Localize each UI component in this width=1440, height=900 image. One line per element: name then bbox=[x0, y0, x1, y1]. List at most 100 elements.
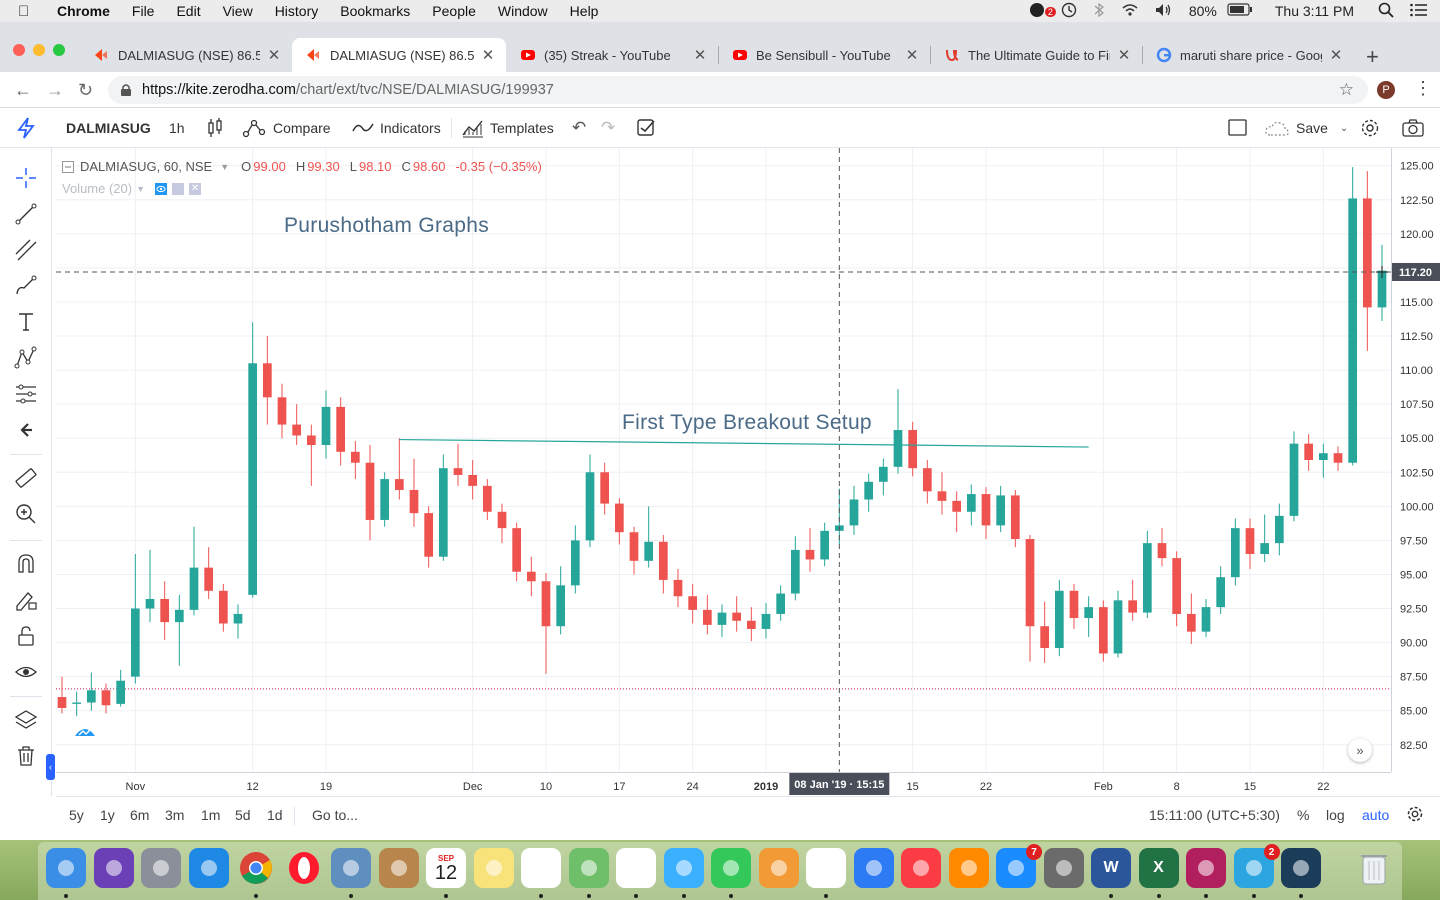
price-scale[interactable]: 125.00122.50120.00117.50115.00112.50110.… bbox=[1391, 148, 1440, 772]
back-arrow-icon[interactable] bbox=[12, 416, 40, 444]
breakout-setup-label[interactable]: First Type Breakout Setup bbox=[622, 411, 872, 435]
brush-icon[interactable] bbox=[12, 272, 40, 300]
menu-app-name[interactable]: Chrome bbox=[57, 3, 110, 19]
symbol-search-button[interactable]: DALMIASUG bbox=[66, 108, 151, 148]
time-scale[interactable]: Nov 12 19 Dec 10 17 24 2019 15 22 Feb 8 15 22 08 Jan '… bbox=[56, 772, 1391, 796]
opera-icon[interactable] bbox=[284, 848, 324, 888]
goto-date-button[interactable]: Go to... bbox=[312, 807, 358, 823]
excel-icon[interactable]: X bbox=[1138, 848, 1179, 888]
auto-scale-toggle[interactable]: auto bbox=[1362, 807, 1389, 823]
finder-icon[interactable] bbox=[46, 848, 86, 888]
log-scale-toggle[interactable]: log bbox=[1326, 807, 1345, 823]
quicktime-icon[interactable] bbox=[1281, 848, 1321, 888]
prefs-icon[interactable] bbox=[1043, 848, 1084, 888]
text-tool-icon[interactable] bbox=[12, 308, 40, 336]
collapse-legend-icon[interactable] bbox=[62, 160, 74, 173]
menu-window[interactable]: Window bbox=[498, 3, 548, 19]
remove-indicator-icon[interactable]: ✕ bbox=[189, 182, 202, 195]
chevron-down-icon[interactable]: ⌄ bbox=[1340, 123, 1348, 134]
tab-close-icon[interactable]: ✕ bbox=[266, 46, 282, 64]
calendar-icon[interactable]: SEP 12 bbox=[426, 848, 466, 888]
reload-icon[interactable]: ↻ bbox=[78, 80, 93, 101]
menu-history[interactable]: History bbox=[275, 3, 319, 19]
volume-icon[interactable] bbox=[1155, 3, 1173, 20]
photos-icon[interactable] bbox=[616, 848, 656, 888]
cloud-save-button[interactable]: Save ⌄ bbox=[1264, 108, 1348, 148]
menu-people[interactable]: People bbox=[432, 3, 476, 19]
menubar-clock[interactable]: Thu 3:11 PM bbox=[1275, 3, 1354, 19]
percent-scale-toggle[interactable]: % bbox=[1297, 807, 1309, 823]
window-zoom-button[interactable] bbox=[53, 44, 65, 56]
collapse-toolbar-handle[interactable]: ‹ bbox=[46, 754, 55, 780]
tab-5[interactable]: The Ultimate Guide to Fina ✕ bbox=[930, 38, 1142, 72]
scale-settings-gear-icon[interactable] bbox=[1406, 805, 1424, 826]
notification-center-icon[interactable] bbox=[1410, 3, 1428, 20]
tab-close-icon[interactable]: ✕ bbox=[1116, 46, 1132, 64]
trash-icon[interactable] bbox=[12, 742, 40, 770]
tab-close-icon[interactable]: ✕ bbox=[1328, 46, 1344, 64]
ankara-icon[interactable] bbox=[1186, 848, 1226, 888]
scroll-to-latest-button[interactable]: » bbox=[1348, 738, 1372, 762]
fib-tool-icon[interactable] bbox=[12, 236, 40, 264]
tab-close-icon[interactable]: ✕ bbox=[692, 46, 708, 64]
bookmark-star-icon[interactable]: ☆ bbox=[1339, 80, 1354, 100]
chrome-menu-icon[interactable]: ⋮ bbox=[1414, 78, 1432, 99]
appstore-icon[interactable]: 7 bbox=[996, 844, 1042, 888]
chevron-down-icon[interactable]: ▼ bbox=[220, 162, 229, 172]
settings-gear-icon[interactable] bbox=[1360, 108, 1380, 148]
zoom-in-icon[interactable] bbox=[12, 500, 40, 528]
range-1y[interactable]: 1y bbox=[100, 807, 115, 823]
safari-icon[interactable] bbox=[188, 848, 229, 888]
wifi-icon[interactable] bbox=[1121, 3, 1139, 20]
candle-type-icon[interactable] bbox=[206, 108, 224, 148]
settings-small-icon[interactable] bbox=[172, 182, 185, 195]
menu-file[interactable]: File bbox=[132, 3, 155, 19]
pages-icon[interactable] bbox=[758, 848, 799, 888]
tab-1[interactable]: DALMIASUG (NSE) 86.5 - ✕ bbox=[80, 38, 292, 72]
checkbox-icon[interactable] bbox=[637, 108, 655, 148]
word-icon[interactable]: W bbox=[1091, 848, 1131, 888]
numbers-icon[interactable] bbox=[806, 848, 846, 888]
tab-4[interactable]: Be Sensibull - YouTube ✕ bbox=[718, 38, 930, 72]
templates-button[interactable]: Templates bbox=[462, 108, 554, 148]
camera-snapshot-icon[interactable] bbox=[1402, 108, 1424, 148]
range-1d[interactable]: 1d bbox=[267, 807, 283, 823]
tab-close-icon[interactable]: ✕ bbox=[480, 46, 496, 64]
lock-drawing-pencil-icon[interactable] bbox=[12, 586, 40, 614]
maps-icon[interactable] bbox=[568, 848, 609, 888]
layers-icon[interactable] bbox=[12, 706, 40, 734]
menu-bookmarks[interactable]: Bookmarks bbox=[340, 3, 410, 19]
range-5d[interactable]: 5d bbox=[235, 807, 251, 823]
books-icon[interactable] bbox=[948, 848, 989, 888]
tab-2-active[interactable]: DALMIASUG (NSE) 86.5 - ✕ bbox=[292, 38, 506, 72]
siri-icon[interactable] bbox=[93, 848, 134, 888]
battery-icon[interactable] bbox=[1227, 3, 1253, 19]
trash-icon[interactable] bbox=[1354, 848, 1394, 888]
bluetooth-icon[interactable] bbox=[1093, 2, 1105, 21]
crosshair-icon[interactable] bbox=[12, 164, 40, 192]
launchpad-icon[interactable] bbox=[141, 848, 181, 888]
unlock-icon[interactable] bbox=[12, 622, 40, 650]
range-6m[interactable]: 6m bbox=[130, 807, 149, 823]
ruler-icon[interactable] bbox=[12, 464, 40, 492]
pattern-tool-icon[interactable] bbox=[12, 344, 40, 372]
menu-help[interactable]: Help bbox=[570, 3, 599, 19]
legend-symbol[interactable]: DALMIASUG, 60, NSE bbox=[80, 159, 212, 174]
menu-edit[interactable]: Edit bbox=[176, 3, 200, 19]
time-machine-icon[interactable] bbox=[1061, 2, 1077, 21]
chevron-down-icon[interactable]: ▼ bbox=[136, 184, 145, 194]
menu-view[interactable]: View bbox=[223, 3, 253, 19]
reminders-icon[interactable] bbox=[521, 848, 561, 888]
profile-avatar[interactable]: P bbox=[1377, 81, 1395, 99]
tab-6[interactable]: maruti share price - Googl ✕ bbox=[1142, 38, 1354, 72]
price-chart[interactable] bbox=[56, 148, 1391, 772]
fullscreen-icon[interactable] bbox=[1228, 108, 1248, 148]
watermark-label[interactable]: Purushotham Graphs bbox=[284, 214, 489, 238]
tab-close-icon[interactable]: ✕ bbox=[904, 46, 920, 64]
messages-icon[interactable] bbox=[663, 848, 704, 888]
telegram-icon[interactable]: 2 bbox=[1233, 844, 1280, 888]
compare-button[interactable]: Compare bbox=[242, 108, 331, 148]
forward-arrow-icon[interactable]: → bbox=[46, 80, 64, 101]
magnet-icon[interactable] bbox=[12, 550, 40, 578]
new-tab-button[interactable]: + bbox=[1366, 44, 1379, 70]
